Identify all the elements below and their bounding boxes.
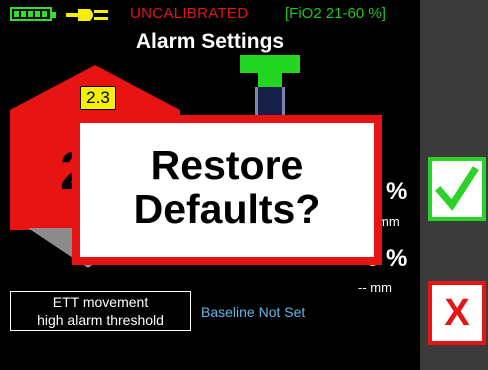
cancel-button[interactable]: X <box>428 281 486 345</box>
confirm-button[interactable] <box>428 157 486 221</box>
ett-threshold-label[interactable]: ETT movement high alarm threshold <box>10 291 191 331</box>
cancel-x-icon: X <box>444 292 470 334</box>
sensor-cap <box>240 55 300 73</box>
sensor-neck <box>258 73 282 87</box>
page-title: Alarm Settings <box>135 30 285 53</box>
dialog-line-2: Defaults? <box>133 186 321 232</box>
reading-2-unit: -- mm <box>358 280 392 295</box>
baseline-status: Baseline Not Set <box>201 304 306 320</box>
threshold-badge: 2.3 <box>80 86 116 110</box>
power-plug-icon <box>66 9 108 21</box>
fio2-range: [FiO2 21-60 %] <box>285 5 386 22</box>
checkmark-icon <box>435 166 479 211</box>
calibration-status: UNCALIBRATED <box>130 5 249 22</box>
device-screen: UNCALIBRATED [FiO2 21-60 %] Alarm Settin… <box>0 0 420 370</box>
battery-icon <box>10 7 56 21</box>
restore-defaults-dialog: Restore Defaults? <box>72 115 382 265</box>
dialog-line-1: Restore <box>150 142 304 188</box>
